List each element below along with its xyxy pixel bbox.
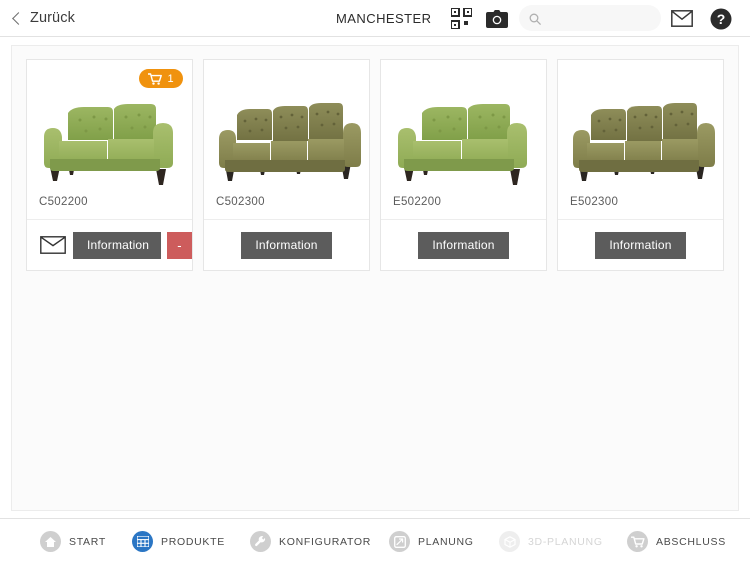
product-card[interactable]: E502300 Information bbox=[557, 59, 724, 271]
shopping-cart-icon bbox=[148, 72, 163, 85]
nav-label-planung: PLANUNG bbox=[418, 535, 474, 548]
product-card-upper: E502200 bbox=[381, 60, 546, 220]
product-card-actions: Information - bbox=[27, 220, 192, 270]
content-panel: 1 C502200 Information - C502300 Informat… bbox=[11, 45, 739, 511]
product-card-upper: C502300 bbox=[204, 60, 369, 220]
search-input[interactable] bbox=[546, 7, 651, 29]
bottom-navigation: START PRODUKTE KONFIGURATOR PLANUNG 3D-P… bbox=[0, 518, 750, 562]
sofa-fabric-green-2seat-icon bbox=[43, 104, 173, 185]
product-name: C502200 bbox=[39, 196, 88, 208]
cube-3d-icon bbox=[499, 531, 520, 552]
nav-item-planung[interactable]: PLANUNG bbox=[389, 531, 474, 552]
qr-code-icon[interactable] bbox=[450, 7, 473, 30]
mail-icon[interactable] bbox=[671, 10, 693, 27]
product-card-upper: 1 C502200 bbox=[27, 60, 192, 220]
grid-icon bbox=[132, 531, 153, 552]
help-circle-icon[interactable]: ? bbox=[710, 8, 732, 30]
product-card[interactable]: E502200 Information bbox=[380, 59, 547, 271]
nav-item-abschluss[interactable]: ABSCHLUSS bbox=[627, 531, 726, 552]
wrench-icon bbox=[250, 531, 271, 552]
mail-icon bbox=[40, 236, 66, 254]
product-name: E502200 bbox=[393, 196, 442, 208]
product-card[interactable]: 1 C502200 Information - bbox=[26, 59, 193, 271]
product-image bbox=[27, 90, 192, 200]
product-card-upper: E502300 bbox=[558, 60, 723, 220]
product-card-actions: Information bbox=[381, 220, 546, 270]
product-card-actions: Information bbox=[204, 220, 369, 270]
information-button[interactable]: Information bbox=[241, 231, 332, 259]
product-image bbox=[204, 90, 369, 200]
product-grid: 1 C502200 Information - C502300 Informat… bbox=[26, 59, 724, 271]
svg-text:?: ? bbox=[717, 11, 726, 27]
app-header: Zurück MANCHESTER ? bbox=[0, 0, 750, 37]
sofa-leather-olive-3seat-icon bbox=[572, 103, 715, 181]
product-name: E502300 bbox=[570, 196, 619, 208]
camera-icon[interactable] bbox=[486, 10, 508, 28]
information-button[interactable]: Information bbox=[595, 231, 686, 259]
product-name: C502300 bbox=[216, 196, 265, 208]
chevron-left-icon bbox=[12, 11, 25, 25]
cart-badge-count: 1 bbox=[167, 72, 174, 85]
sofa-leather-olive-3seat-icon bbox=[218, 103, 361, 181]
nav-label-konfigurator: KONFIGURATOR bbox=[279, 535, 372, 548]
nav-label-start: START bbox=[69, 535, 106, 548]
mail-button[interactable] bbox=[39, 234, 67, 256]
search-field[interactable] bbox=[519, 5, 661, 31]
search-icon bbox=[529, 12, 541, 25]
nav-item-start[interactable]: START bbox=[40, 531, 106, 552]
nav-label-abschluss: ABSCHLUSS bbox=[656, 535, 726, 548]
page-title: MANCHESTER bbox=[336, 11, 432, 26]
nav-label-produkte: PRODUKTE bbox=[161, 535, 225, 548]
shopping-cart-icon bbox=[627, 531, 648, 552]
sofa-fabric-green-2seat-icon bbox=[397, 104, 527, 185]
information-button[interactable]: Information bbox=[72, 231, 161, 259]
remove-button[interactable]: - bbox=[166, 231, 192, 259]
nav-item-produkte[interactable]: PRODUKTE bbox=[132, 531, 225, 552]
back-button-label: Zurück bbox=[30, 10, 75, 26]
product-card-actions: Information bbox=[558, 220, 723, 270]
cart-badge[interactable]: 1 bbox=[139, 69, 183, 88]
floorplan-icon bbox=[389, 531, 410, 552]
product-card[interactable]: C502300 Information bbox=[203, 59, 370, 271]
product-image bbox=[381, 90, 546, 200]
product-image bbox=[558, 90, 723, 200]
home-icon bbox=[40, 531, 61, 552]
nav-item-3d-planung[interactable]: 3D-PLANUNG bbox=[499, 531, 603, 552]
nav-item-konfigurator[interactable]: KONFIGURATOR bbox=[250, 531, 371, 552]
back-button[interactable]: Zurück bbox=[12, 10, 75, 26]
information-button[interactable]: Information bbox=[418, 231, 509, 259]
nav-label-3d-planung: 3D-PLANUNG bbox=[528, 535, 603, 548]
